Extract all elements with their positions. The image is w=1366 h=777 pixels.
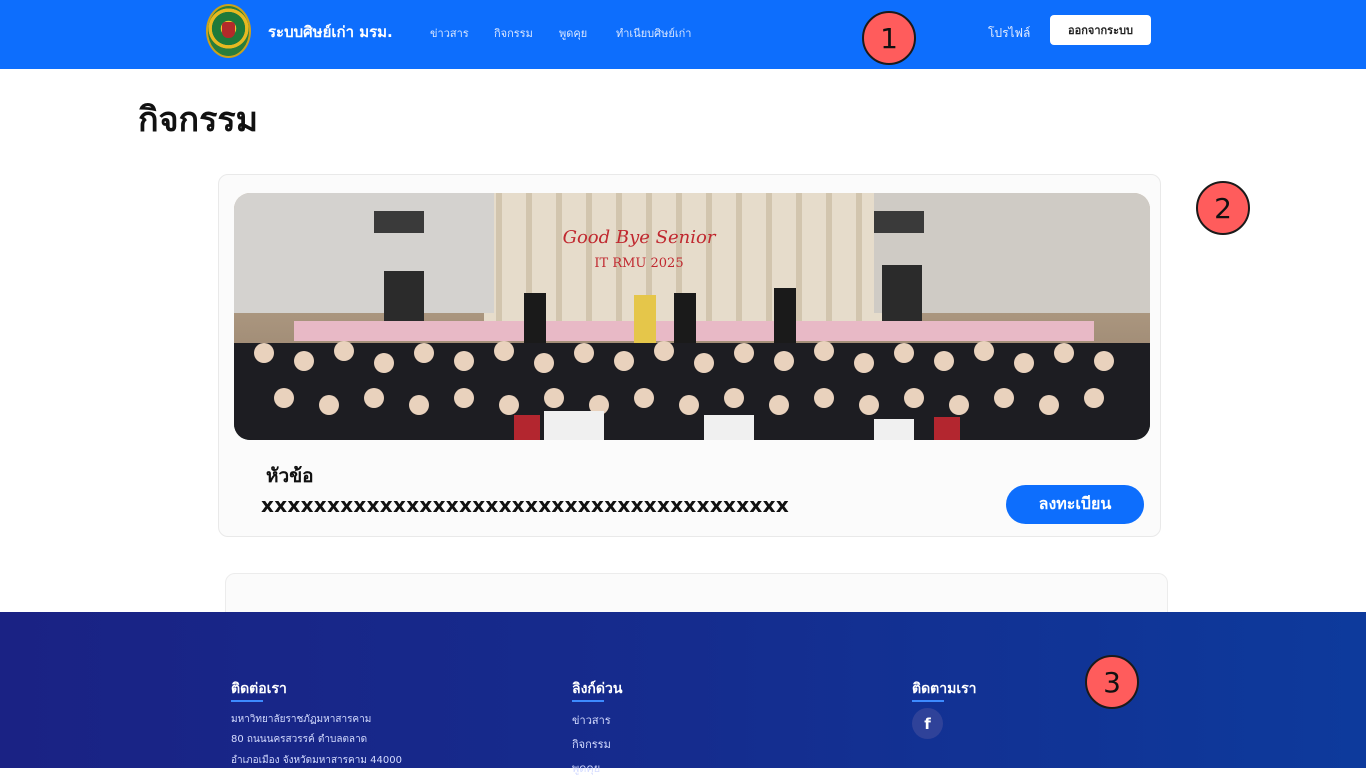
logo-emblem (222, 22, 235, 38)
footer-contact-line: อำเภอเมือง จังหวัดมหาสารคาม 44000 (231, 755, 402, 766)
footer-follow-heading: ติดตามเรา (912, 681, 977, 697)
activity-card: Good Bye Senior IT RMU 2025 หัวข้อ xxxxx… (218, 174, 1161, 537)
profile-link[interactable]: โปรไฟล์ (988, 24, 1030, 43)
nav-link-activities[interactable]: กิจกรรม (494, 24, 533, 42)
photo-banner-line1: Good Bye Senior (563, 227, 717, 248)
activity-photo: Good Bye Senior IT RMU 2025 (234, 193, 1150, 440)
footer: ติดต่อเรา มหาวิทยาลัยราชภัฏมหาสารคาม 80 … (0, 612, 1366, 775)
footer-contact-line: 80 ถนนนครสวรรค์ ตำบลตลาด (231, 734, 368, 745)
footer-contact-line: มหาวิทยาลัยราชภัฏมหาสารคาม (231, 714, 372, 725)
university-logo[interactable] (206, 4, 251, 58)
event-group-photo: Good Bye Senior IT RMU 2025 (234, 193, 1150, 440)
photo-banner-line2: IT RMU 2025 (594, 256, 683, 271)
annotation-marker-2: 2 (1196, 181, 1250, 235)
top-navbar: ระบบศิษย์เก่า มรม. ข่าวสาร กิจกรรม พูดคุ… (0, 0, 1366, 69)
page-title: กิจกรรม (138, 100, 259, 140)
footer-contact-heading: ติดต่อเรา (231, 681, 287, 697)
nav-link-alumni-directory[interactable]: ทำเนียบศิษย์เก่า (616, 24, 691, 42)
nav-link-news[interactable]: ข่าวสาร (430, 24, 469, 42)
register-button[interactable]: ลงทะเบียน (1006, 485, 1144, 524)
brand-title[interactable]: ระบบศิษย์เก่า มรม. (268, 20, 393, 44)
topic-label: หัวข้อ (266, 465, 314, 487)
footer-quick-links-heading: ลิงก์ด่วน (572, 681, 623, 697)
annotation-marker-3: 3 (1085, 655, 1139, 709)
footer-link-activities[interactable]: กิจกรรม (572, 735, 611, 753)
nav-link-chat[interactable]: พูดคุย (559, 24, 587, 42)
facebook-icon[interactable]: f (912, 708, 943, 739)
footer-link-chat[interactable]: พูดคุย (572, 759, 600, 777)
logout-button[interactable]: ออกจากระบบ (1050, 15, 1151, 45)
footer-follow-underline (912, 700, 944, 702)
annotation-marker-1: 1 (862, 11, 916, 65)
footer-quick-links-underline (572, 700, 604, 702)
footer-contact-underline (231, 700, 263, 702)
footer-link-news[interactable]: ข่าวสาร (572, 711, 611, 729)
topic-description: xxxxxxxxxxxxxxxxxxxxxxxxxxxxxxxxxxxxxxxx (261, 493, 790, 517)
